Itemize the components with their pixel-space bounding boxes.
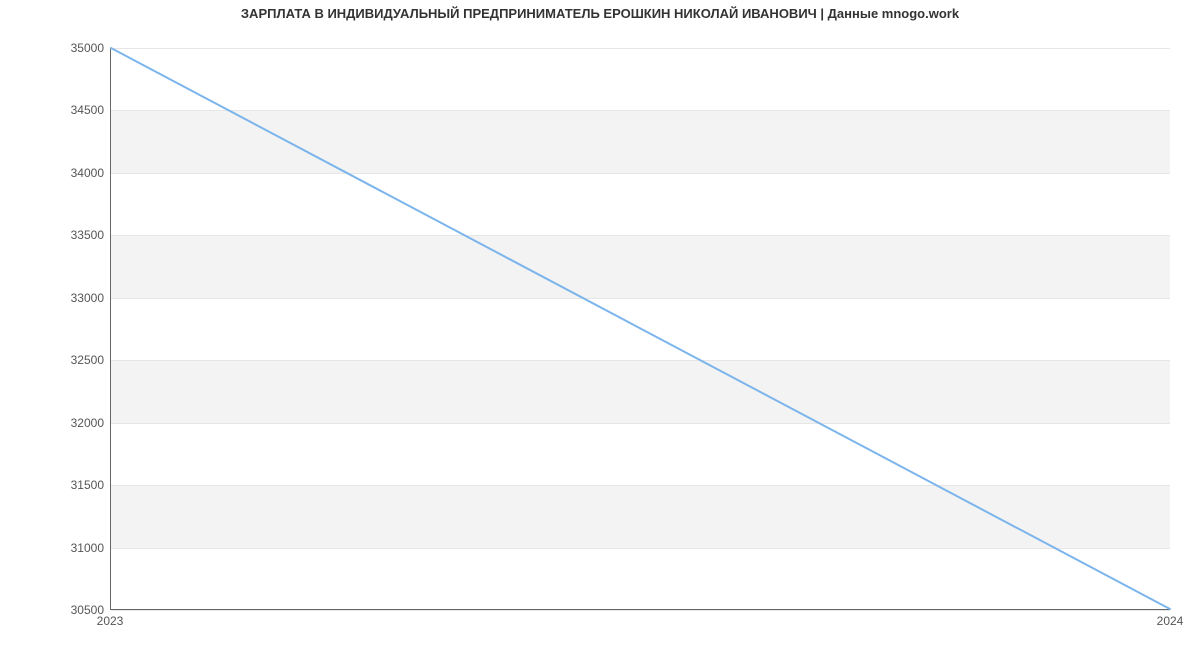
y-tick-label: 33500 [24,228,104,242]
series-line [111,48,1170,609]
y-tick-label: 32000 [24,416,104,430]
y-tick-label: 31000 [24,541,104,555]
chart-container: ЗАРПЛАТА В ИНДИВИДУАЛЬНЫЙ ПРЕДПРИНИМАТЕЛ… [0,0,1200,650]
x-tick-label: 2024 [1157,614,1184,628]
y-tick-label: 32500 [24,353,104,367]
x-tick-label: 2023 [97,614,124,628]
y-tick-label: 33000 [24,291,104,305]
chart-title: ЗАРПЛАТА В ИНДИВИДУАЛЬНЫЙ ПРЕДПРИНИМАТЕЛ… [0,6,1200,21]
line-series-layer [111,48,1170,609]
y-tick-label: 34000 [24,166,104,180]
y-tick-label: 31500 [24,478,104,492]
y-tick-label: 30500 [24,603,104,617]
gridline [111,610,1170,611]
y-tick-label: 35000 [24,41,104,55]
y-tick-label: 34500 [24,103,104,117]
plot-area [110,48,1170,610]
